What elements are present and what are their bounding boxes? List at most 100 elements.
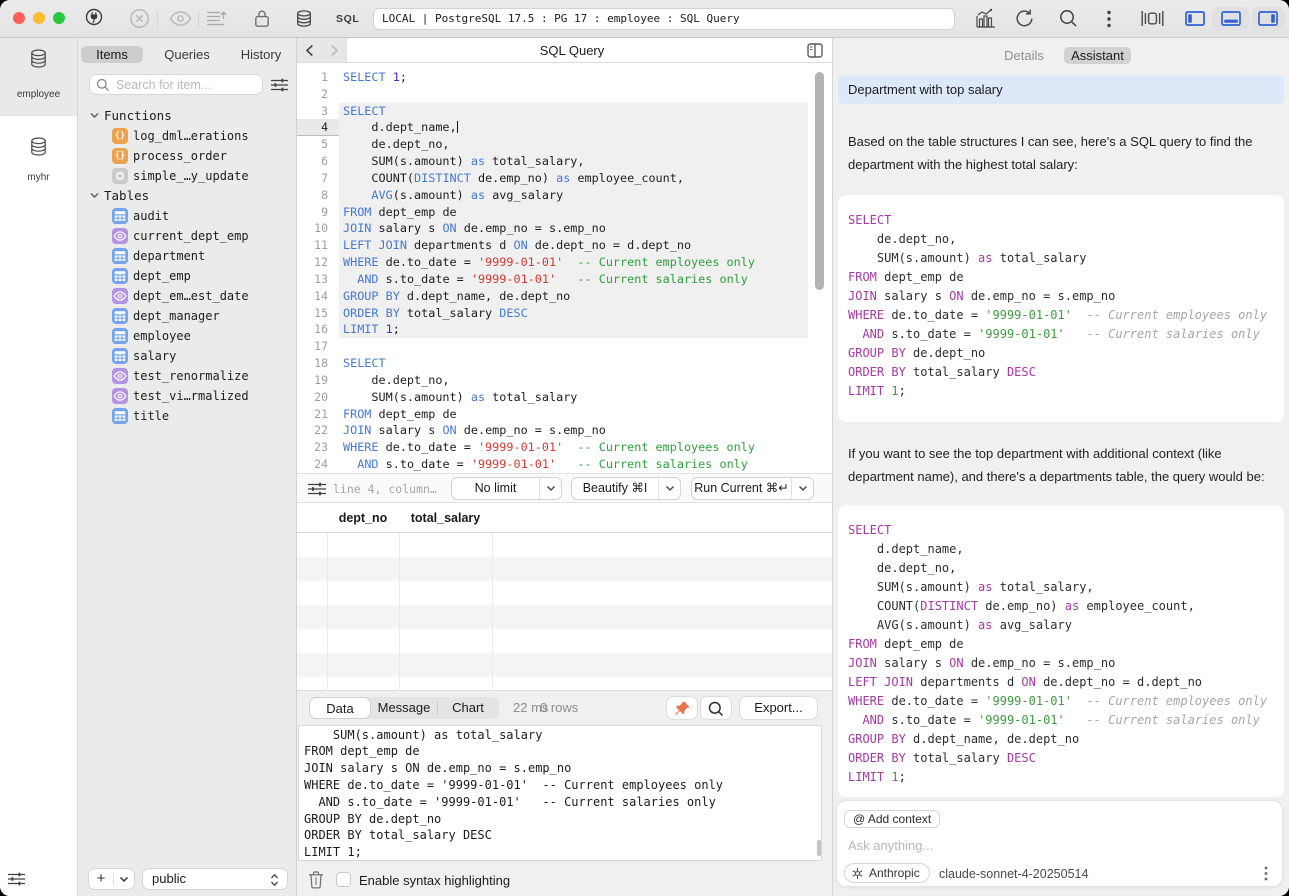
tree-item[interactable]: simple_…y_update bbox=[78, 166, 297, 186]
tab-chart[interactable]: Chart bbox=[437, 697, 499, 719]
tab-history[interactable]: History bbox=[231, 46, 291, 63]
editor-line[interactable]: 21FROM dept_emp de bbox=[297, 406, 832, 423]
close-window-button[interactable] bbox=[13, 12, 25, 24]
tree-item[interactable]: employee bbox=[78, 326, 297, 346]
tree-item[interactable]: dept_manager bbox=[78, 306, 297, 326]
editor-line[interactable]: 22JOIN salary s ON de.emp_no = s.emp_no bbox=[297, 422, 832, 439]
export-button[interactable]: Export... bbox=[739, 696, 818, 720]
editor-line[interactable]: 16LIMIT 1; bbox=[297, 321, 832, 338]
tree-item[interactable]: title bbox=[78, 406, 297, 426]
editor-line[interactable]: 17 bbox=[297, 338, 832, 355]
message-panel[interactable]: SUM(s.amount) as total_salaryFROM dept_e… bbox=[298, 725, 822, 861]
toggle-left-sidebar-button[interactable] bbox=[1185, 11, 1205, 26]
editor-line[interactable]: 15ORDER BY total_salary DESC bbox=[297, 305, 832, 322]
tree-item[interactable]: audit bbox=[78, 206, 297, 226]
schema-select[interactable]: public bbox=[142, 868, 288, 890]
editor-scrollbar[interactable] bbox=[815, 72, 824, 290]
back-chevron-icon[interactable] bbox=[305, 44, 314, 57]
connection-myhr[interactable]: myhr bbox=[0, 116, 77, 196]
add-context-chip[interactable]: @ Add context bbox=[844, 810, 940, 828]
editor-line[interactable]: 13 AND s.to_date = '9999-01-01' -- Curre… bbox=[297, 271, 832, 288]
zoom-window-button[interactable] bbox=[53, 12, 65, 24]
assistant-input-card[interactable]: @ Add context Ask anything... Anthropic … bbox=[836, 800, 1283, 887]
tab-message[interactable]: Message bbox=[371, 697, 437, 719]
editor-line[interactable]: 1SELECT 1; bbox=[297, 69, 832, 86]
tree-item[interactable]: department bbox=[78, 246, 297, 266]
editor-line[interactable]: 9FROM dept_emp de bbox=[297, 204, 832, 221]
editor-line[interactable]: 20 SUM(s.amount) as total_salary bbox=[297, 389, 832, 406]
connection-employee[interactable]: employee bbox=[0, 38, 77, 116]
add-item-split-button[interactable]: + bbox=[88, 868, 135, 890]
editor-line[interactable]: 19 de.dept_no, bbox=[297, 372, 832, 389]
provider-chip[interactable]: Anthropic bbox=[844, 863, 930, 883]
tree-item[interactable]: test_renormalize bbox=[78, 366, 297, 386]
trash-icon[interactable] bbox=[308, 871, 324, 889]
minimize-window-button[interactable] bbox=[33, 12, 45, 24]
editor-line[interactable]: 2 bbox=[297, 86, 832, 103]
ask-input-placeholder[interactable]: Ask anything... bbox=[848, 838, 933, 853]
connection-plug-icon[interactable] bbox=[85, 8, 103, 26]
sidebar-filter-sliders-icon[interactable] bbox=[271, 78, 288, 92]
results-grid[interactable]: dept_no total_salary bbox=[297, 503, 832, 691]
run-current-dropdown[interactable]: Run Current ⌘↵ bbox=[691, 477, 814, 500]
beautify-dropdown[interactable]: Beautify ⌘I bbox=[571, 477, 681, 500]
editor-line[interactable]: 14GROUP BY d.dept_name, de.dept_no bbox=[297, 288, 832, 305]
tree-item[interactable]: salary bbox=[78, 346, 297, 366]
tab-items[interactable]: Items bbox=[81, 46, 143, 63]
editor-line[interactable]: 11LEFT JOIN departments d ON de.dept_no … bbox=[297, 237, 832, 254]
editor-line[interactable]: 3SELECT bbox=[297, 103, 832, 120]
editor-line[interactable]: 12WHERE de.to_date = '9999-01-01' -- Cur… bbox=[297, 254, 832, 271]
window-title-field[interactable]: LOCAL | PostgreSQL 17.5 : PG 17 : employ… bbox=[373, 8, 955, 30]
database-icon[interactable] bbox=[296, 10, 312, 27]
message-scrollbar[interactable] bbox=[817, 840, 821, 856]
editor-line[interactable]: 7 COUNT(DISTINCT de.emp_no) as employee_… bbox=[297, 170, 832, 187]
tree-item[interactable]: {}log_dml…erations bbox=[78, 126, 297, 146]
editor-line[interactable]: 23WHERE de.to_date = '9999-01-01' -- Cur… bbox=[297, 439, 832, 456]
disconnect-icon[interactable] bbox=[129, 8, 150, 29]
chart-icon[interactable] bbox=[975, 8, 996, 29]
center-layout-icon[interactable] bbox=[1141, 10, 1164, 27]
limit-dropdown[interactable]: No limit bbox=[451, 477, 562, 500]
tree-section-functions[interactable]: Functions bbox=[78, 106, 297, 126]
chevron-down-icon[interactable] bbox=[119, 876, 129, 883]
preview-eye-icon[interactable] bbox=[169, 10, 192, 27]
column-header-total-salary[interactable]: total_salary bbox=[399, 503, 492, 533]
tree-item[interactable]: current_dept_emp bbox=[78, 226, 297, 246]
search-icon[interactable] bbox=[1059, 9, 1078, 28]
tab-assistant[interactable]: Assistant bbox=[1064, 47, 1131, 64]
strip-settings-sliders-icon[interactable] bbox=[8, 872, 25, 886]
tree-item[interactable]: dept_emp bbox=[78, 266, 297, 286]
log-list-icon[interactable] bbox=[206, 9, 229, 28]
tree-item[interactable]: {}process_order bbox=[78, 146, 297, 166]
refresh-icon[interactable] bbox=[1014, 8, 1035, 29]
editor-line[interactable]: 8 AVG(s.amount) as avg_salary bbox=[297, 187, 832, 204]
tab-data[interactable]: Data bbox=[309, 697, 371, 719]
model-options-kebab-icon[interactable] bbox=[1264, 866, 1268, 881]
lock-icon[interactable] bbox=[254, 8, 270, 28]
sql-editor[interactable]: 1SELECT 1;23SELECT4 d.dept_name,5 de.dep… bbox=[297, 63, 832, 473]
assistant-conversation-title[interactable]: Department with top salary bbox=[838, 75, 1284, 104]
forward-chevron-icon[interactable] bbox=[330, 44, 339, 57]
editor-line[interactable]: 6 SUM(s.amount) as total_salary, bbox=[297, 153, 832, 170]
statusbar-sliders-icon[interactable] bbox=[308, 482, 326, 496]
editor-line[interactable]: 10JOIN salary s ON de.emp_no = s.emp_no bbox=[297, 220, 832, 237]
toggle-bottom-panel-button[interactable] bbox=[1221, 11, 1241, 26]
editor-line[interactable]: 18SELECT bbox=[297, 355, 832, 372]
editor-line[interactable]: 4 d.dept_name, bbox=[297, 119, 832, 136]
tab-queries[interactable]: Queries bbox=[155, 46, 219, 63]
tree-item[interactable]: test_vi…rmalized bbox=[78, 386, 297, 406]
tab-sql-query[interactable]: SQL Query bbox=[347, 38, 797, 62]
assistant-code-block-2[interactable]: SELECT d.dept_name, de.dept_no, SUM(s.am… bbox=[838, 505, 1284, 797]
assistant-code-block-1[interactable]: SELECT de.dept_no, SUM(s.amount) as tota… bbox=[838, 195, 1284, 422]
column-header-dept-no[interactable]: dept_no bbox=[327, 503, 399, 533]
split-editor-icon[interactable] bbox=[807, 43, 823, 58]
more-options-kebab-icon[interactable] bbox=[1106, 10, 1112, 28]
model-name-label[interactable]: claude-sonnet-4-20250514 bbox=[939, 867, 1088, 881]
tab-details[interactable]: Details bbox=[989, 47, 1059, 64]
tree-item[interactable]: dept_em…est_date bbox=[78, 286, 297, 306]
toggle-right-panel-button[interactable] bbox=[1258, 11, 1278, 26]
search-results-button[interactable] bbox=[700, 696, 732, 720]
add-item-plus[interactable]: + bbox=[89, 869, 113, 889]
sidebar-search-input[interactable]: Search for item... bbox=[89, 74, 263, 95]
pin-results-button[interactable] bbox=[666, 696, 698, 720]
